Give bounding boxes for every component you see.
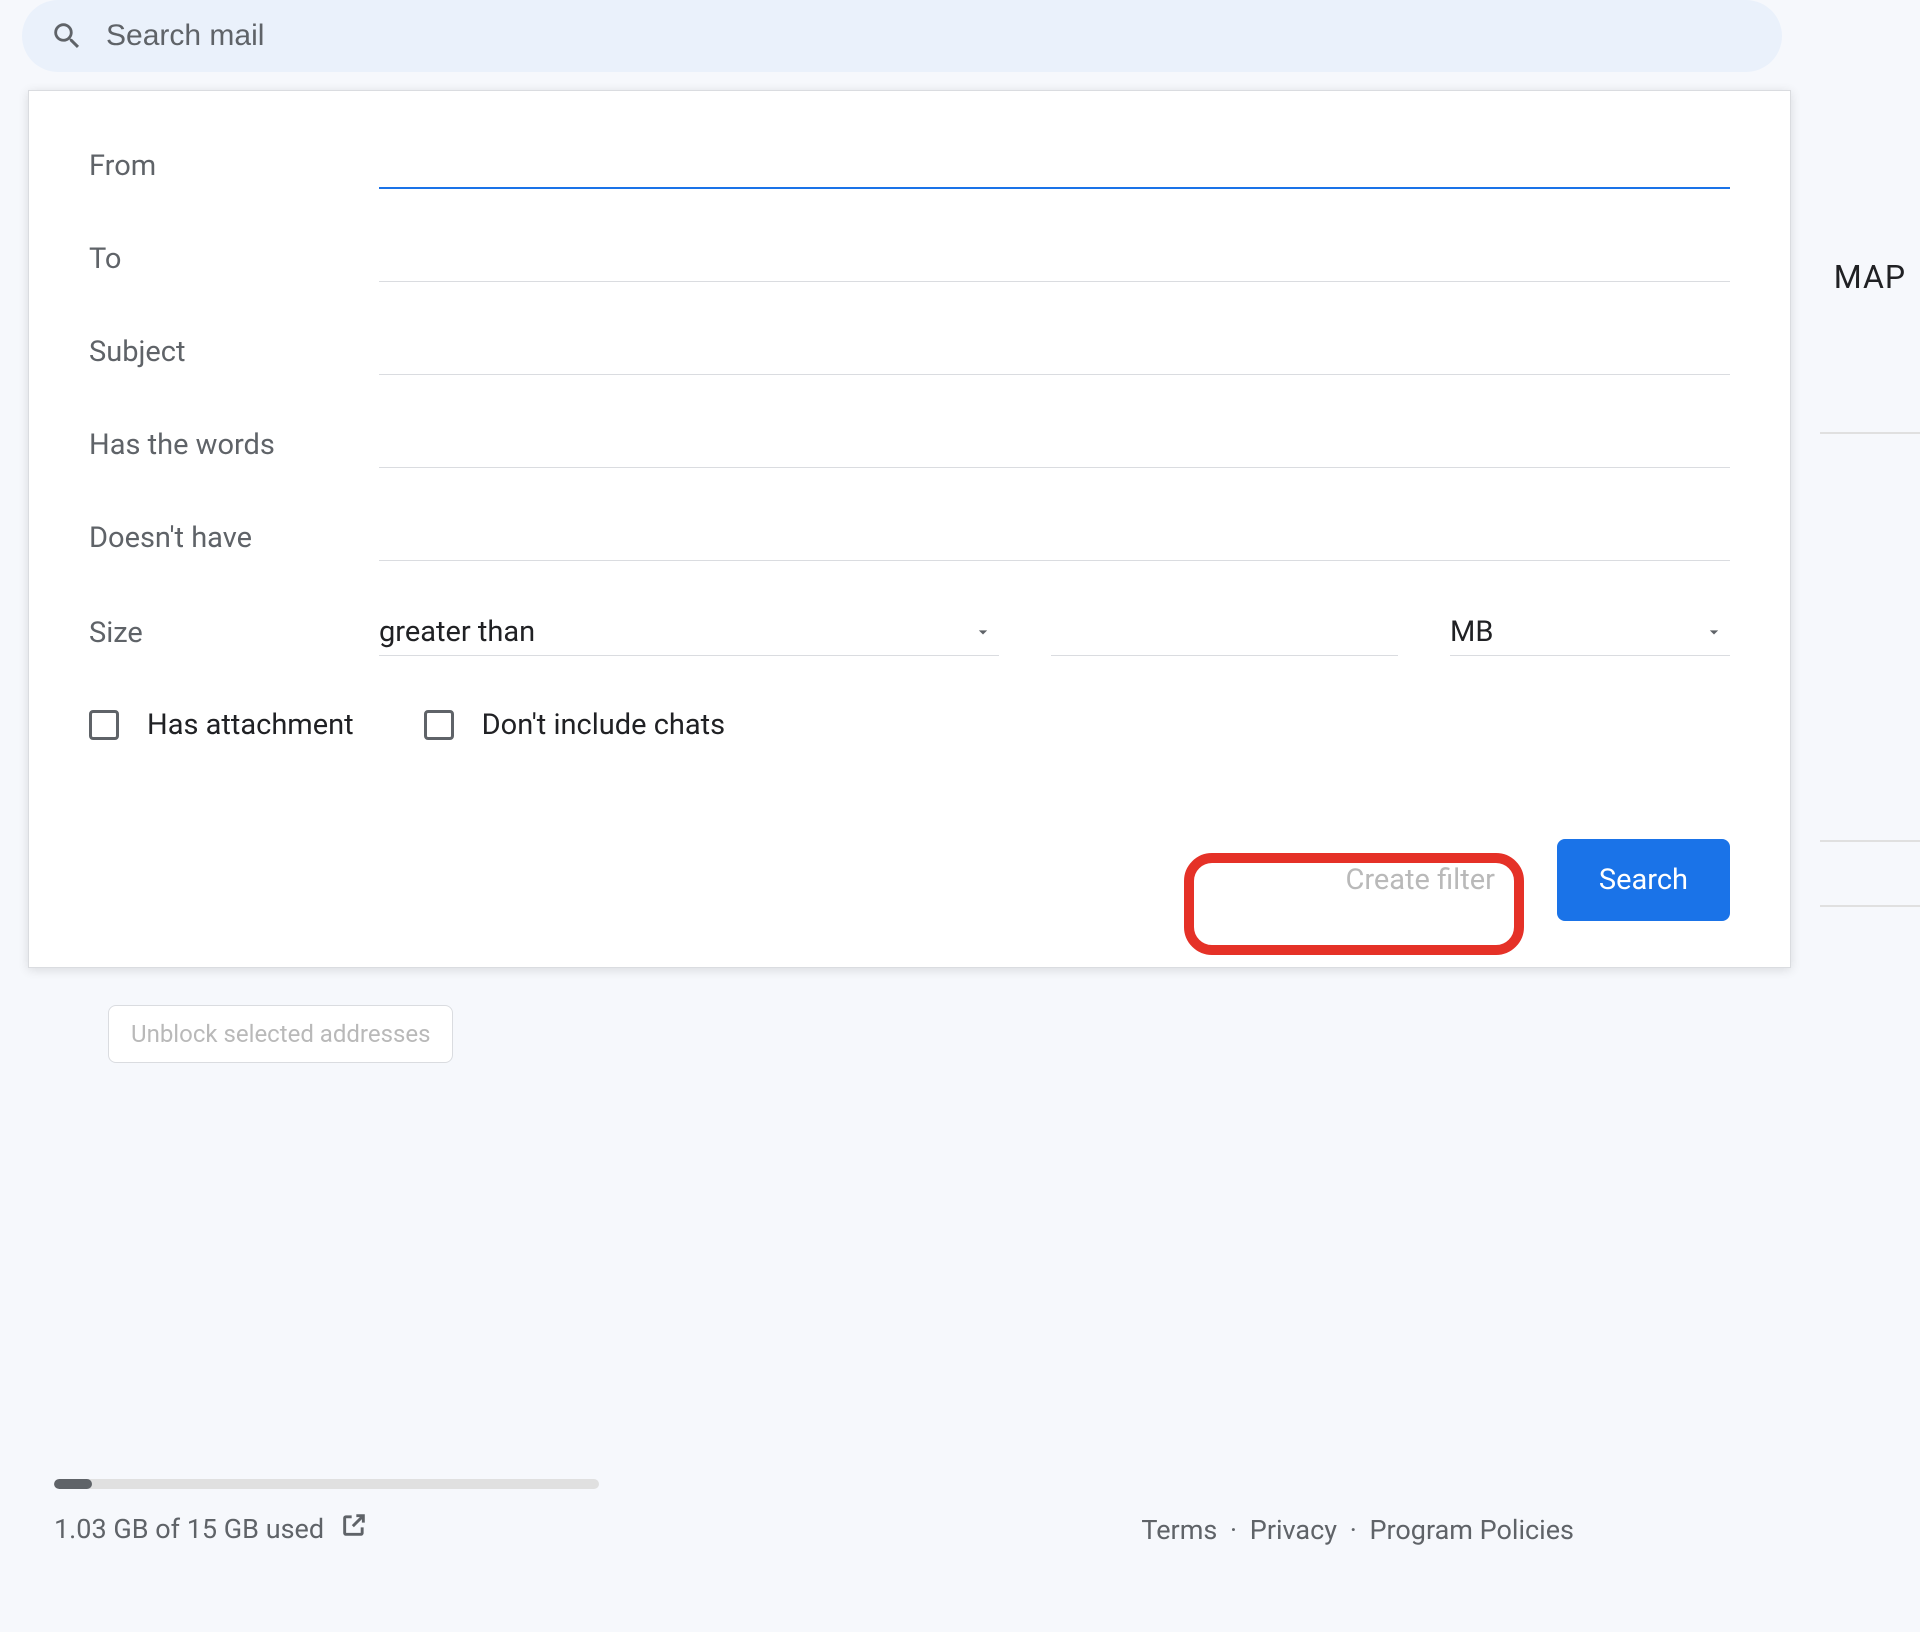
checkbox-box-icon xyxy=(424,710,454,740)
from-label: From xyxy=(89,149,379,189)
to-label: To xyxy=(89,242,379,282)
subject-label: Subject xyxy=(89,335,379,375)
background-tab-text: MAP xyxy=(1834,258,1906,296)
open-external-icon[interactable] xyxy=(340,1511,368,1546)
search-bar[interactable] xyxy=(22,0,1782,72)
doesnt-have-input[interactable] xyxy=(379,516,1730,561)
checkbox-box-icon xyxy=(89,710,119,740)
footer: 1.03 GB of 15 GB used Terms · Privacy · … xyxy=(54,1479,1874,1546)
advanced-search-panel: From To Subject Has the words Doesn't ha… xyxy=(28,90,1791,968)
dont-include-chats-label: Don't include chats xyxy=(482,708,725,742)
search-button[interactable]: Search xyxy=(1557,839,1730,921)
size-unit-select[interactable]: MB xyxy=(1450,609,1730,656)
caret-down-icon xyxy=(973,622,993,642)
from-input[interactable] xyxy=(379,143,1730,189)
dont-include-chats-checkbox[interactable]: Don't include chats xyxy=(424,708,725,742)
terms-link[interactable]: Terms xyxy=(1141,1514,1217,1546)
footer-links: Terms · Privacy · Program Policies xyxy=(1141,1514,1574,1546)
subject-input[interactable] xyxy=(379,330,1730,375)
size-value-input[interactable] xyxy=(1051,611,1398,656)
create-filter-button[interactable]: Create filter xyxy=(1301,841,1538,919)
doesnt-have-label: Doesn't have xyxy=(89,521,379,561)
filter-actions: Create filter Search xyxy=(1301,839,1730,921)
size-comparator-value: greater than xyxy=(379,615,535,649)
program-policies-link[interactable]: Program Policies xyxy=(1369,1514,1574,1546)
size-unit-value: MB xyxy=(1450,615,1493,649)
caret-down-icon xyxy=(1704,622,1724,642)
size-comparator-select[interactable]: greater than xyxy=(379,609,999,656)
privacy-link[interactable]: Privacy xyxy=(1250,1514,1337,1546)
storage-bar-fill xyxy=(54,1479,92,1489)
storage-used-text: 1.03 GB of 15 GB used xyxy=(54,1513,324,1545)
search-input[interactable] xyxy=(104,18,1754,54)
has-attachment-label: Has attachment xyxy=(147,708,354,742)
has-words-label: Has the words xyxy=(89,428,379,468)
search-icon[interactable] xyxy=(50,19,84,53)
has-words-input[interactable] xyxy=(379,423,1730,468)
has-attachment-checkbox[interactable]: Has attachment xyxy=(89,708,354,742)
size-label: Size xyxy=(89,616,379,656)
to-input[interactable] xyxy=(379,237,1730,282)
storage-bar xyxy=(54,1479,599,1489)
unblock-selected-button[interactable]: Unblock selected addresses xyxy=(108,1005,453,1063)
